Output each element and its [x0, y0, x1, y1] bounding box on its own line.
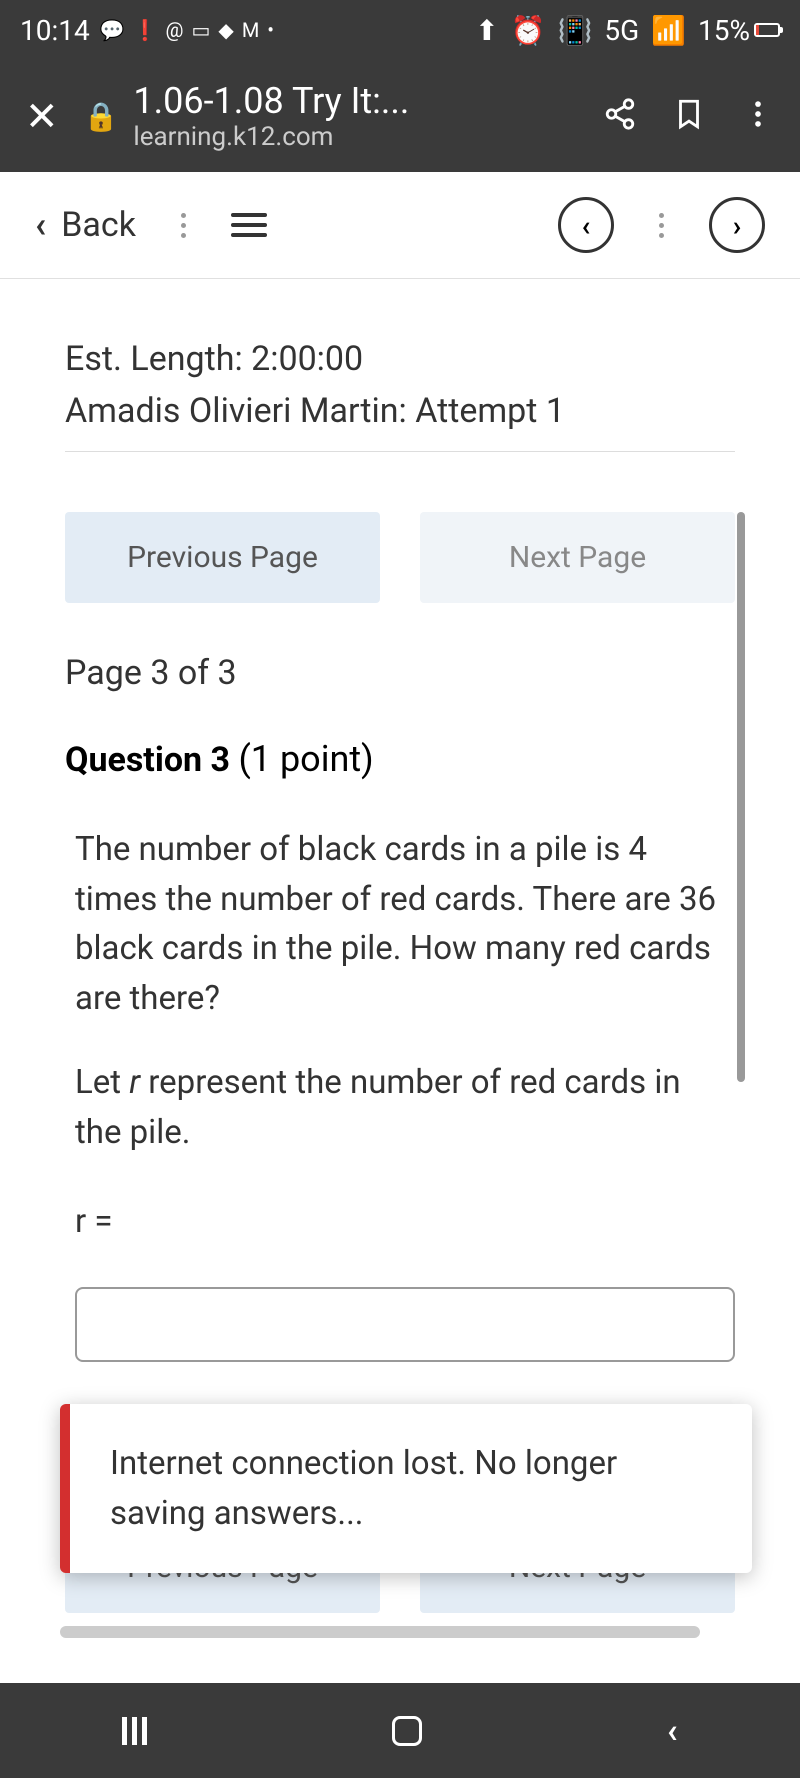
horizontal-scrollbar[interactable]	[60, 1626, 700, 1638]
page-indicator: Page 3 of 3	[65, 653, 735, 693]
lock-icon: 🔒	[84, 100, 119, 133]
main-content: Est. Length: 2:00:00 Amadis Olivieri Mar…	[0, 279, 800, 1392]
next-page-button[interactable]: Next Page	[420, 512, 735, 603]
back-label: Back	[61, 205, 136, 245]
estimated-length: Est. Length: 2:00:00	[65, 339, 735, 379]
diamond-icon: ◆	[218, 18, 233, 42]
back-button[interactable]: ‹ Back	[35, 204, 136, 246]
question-body: The number of black cards in a pile is 4…	[65, 825, 735, 1362]
url-area[interactable]: 🔒 1.06-1.08 Try It:... learning.k12.com	[84, 80, 578, 152]
network-label: 5G	[604, 14, 639, 47]
student-attempt-info: Amadis Olivieri Martin: Attempt 1	[65, 391, 735, 452]
chevron-left-icon: ‹	[35, 204, 46, 246]
home-button[interactable]	[392, 1716, 422, 1746]
at-icon: @	[166, 18, 184, 42]
answer-input[interactable]	[75, 1287, 735, 1362]
toolbar-menu-dots[interactable]	[181, 213, 186, 238]
share-button[interactable]	[603, 97, 637, 135]
card-icon: ▭	[192, 18, 211, 42]
page-title: 1.06-1.08 Try It:...	[133, 80, 409, 122]
app-toolbar: ‹ Back ‹ ›	[0, 172, 800, 279]
android-status-bar: 10:14 💬 ❗ @ ▭ ◆ M • ⬆ ⏰ 📳 5G 📶 15%	[0, 0, 800, 60]
page-navigation: Previous Page Next Page	[65, 512, 735, 603]
connection-lost-toast: Internet connection lost. No longer savi…	[60, 1404, 752, 1573]
browser-chrome: ✕ 🔒 1.06-1.08 Try It:... learning.k12.co…	[0, 60, 800, 172]
question-points: (1 point)	[238, 738, 373, 780]
chat-icon: 💬	[100, 18, 125, 42]
recent-apps-button[interactable]	[122, 1717, 147, 1745]
battery-percent: 15%	[698, 14, 750, 47]
dot-icon: •	[267, 18, 274, 42]
vertical-scrollbar[interactable]	[737, 512, 745, 1082]
status-time: 10:14	[20, 14, 90, 47]
question-number: Question 3	[65, 740, 230, 780]
bookmark-button[interactable]	[672, 97, 706, 135]
toolbar-menu-dots-right[interactable]	[659, 213, 664, 238]
close-button[interactable]: ✕	[25, 93, 59, 140]
next-question-button[interactable]: ›	[709, 197, 765, 253]
question-text: The number of black cards in a pile is 4…	[75, 825, 735, 1023]
question-header: Question 3 (1 point)	[65, 738, 735, 780]
signal-icon: 📶	[651, 14, 686, 47]
hamburger-menu[interactable]	[231, 213, 267, 237]
equation-label: r =	[75, 1197, 735, 1247]
more-menu-button[interactable]	[741, 97, 775, 135]
prev-question-button[interactable]: ‹	[558, 197, 614, 253]
android-nav-bar: ‹	[0, 1683, 800, 1778]
notification-icons: 💬 ❗ @ ▭ ◆ M •	[100, 18, 274, 42]
variable-definition: Let r represent the number of red cards …	[75, 1058, 735, 1157]
alarm-icon: ⏰	[511, 14, 546, 47]
previous-page-button[interactable]: Previous Page	[65, 512, 380, 603]
upload-icon: ⬆	[475, 14, 498, 47]
vibrate-icon: 📳	[557, 14, 592, 47]
warning-icon: ❗	[133, 18, 158, 42]
toast-message: Internet connection lost. No longer savi…	[110, 1444, 617, 1533]
back-button-android[interactable]: ‹	[667, 1711, 678, 1751]
mail-icon: M	[242, 18, 259, 42]
battery-indicator: 15%	[698, 14, 780, 47]
page-domain: learning.k12.com	[133, 122, 409, 152]
